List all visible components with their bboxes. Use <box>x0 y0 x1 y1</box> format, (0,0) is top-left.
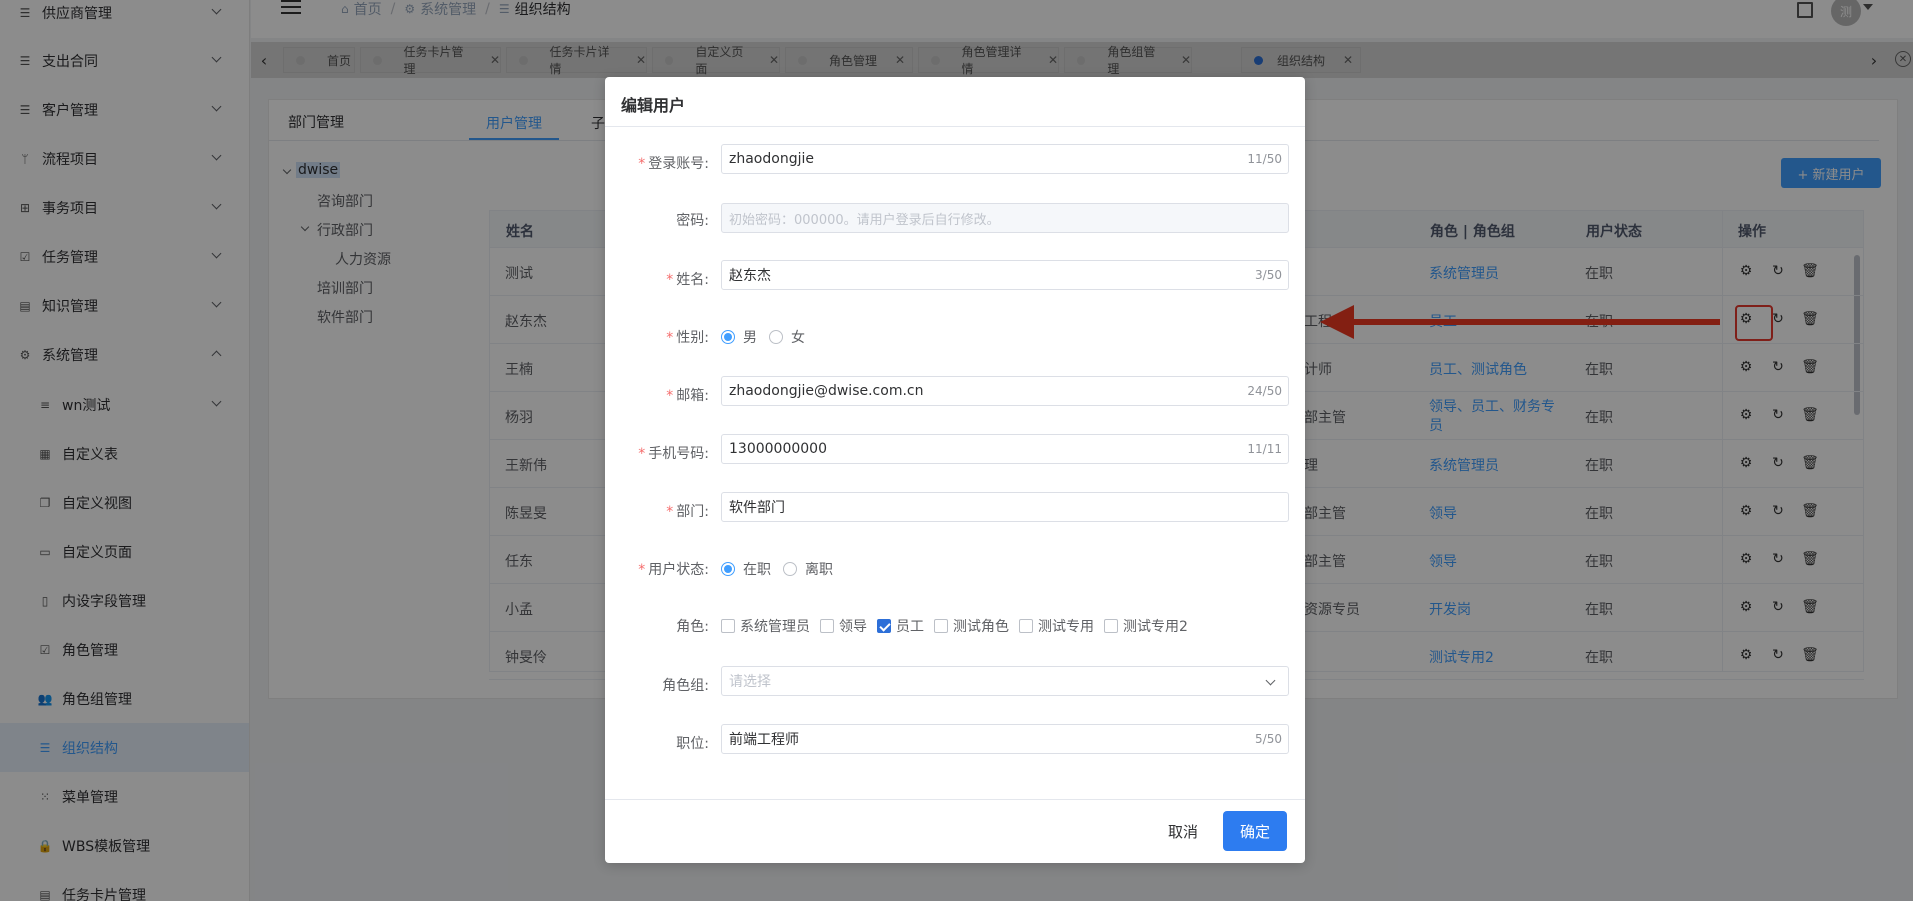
status-radio-group: 在职 离职 <box>721 559 845 579</box>
dept-label: * 部门: <box>666 504 709 520</box>
gender-label: * 性别: <box>666 330 709 346</box>
name-input[interactable]: 赵东杰 3/50 <box>721 260 1289 290</box>
status-label: * 用户状态: <box>638 562 709 578</box>
chevron-down-icon <box>1265 675 1276 686</box>
edit-user-dialog: 编辑用户 * 登录账号: zhaodongjie 11/50 密码: 初始密码：00… <box>605 77 1305 863</box>
email-label: * 邮箱: <box>666 388 709 404</box>
status-active-radio[interactable] <box>721 562 735 576</box>
gender-female-radio[interactable] <box>769 330 783 344</box>
role-checkbox[interactable] <box>721 619 735 633</box>
role-checkbox[interactable] <box>934 619 948 633</box>
status-left-radio[interactable] <box>783 562 797 576</box>
gender-male-radio[interactable] <box>721 330 735 344</box>
name-label: * 姓名: <box>666 272 709 288</box>
password-input: 初始密码：000000。请用户登录后自行修改。 <box>721 203 1289 233</box>
role-group-label: 角色组: <box>662 678 709 694</box>
email-input[interactable]: zhaodongjie@dwise.com.cn 24/50 <box>721 376 1289 406</box>
role-group-select[interactable]: 请选择 <box>721 666 1289 696</box>
confirm-button[interactable]: 确定 <box>1223 811 1287 851</box>
position-input[interactable]: 前端工程师 5/50 <box>721 724 1289 754</box>
dialog-title: 编辑用户 <box>621 96 686 115</box>
phone-input[interactable]: 13000000000 11/11 <box>721 434 1289 464</box>
login-input[interactable]: zhaodongjie 11/50 <box>721 144 1289 174</box>
cancel-button[interactable]: 取消 <box>1155 811 1211 851</box>
login-label: * 登录账号: <box>638 156 709 172</box>
password-label: 密码: <box>676 213 709 229</box>
role-checkbox[interactable] <box>820 619 834 633</box>
role-checkbox-checked[interactable] <box>877 619 891 633</box>
phone-label: * 手机号码: <box>638 446 709 462</box>
roles-label: 角色: <box>676 619 709 635</box>
position-label: 职位: <box>676 736 709 752</box>
roles-checkbox-group: 系统管理员 领导 员工 测试角色 测试专用 测试专用2 <box>721 616 1198 636</box>
gender-radio-group: 男 女 <box>721 327 817 347</box>
role-checkbox[interactable] <box>1019 619 1033 633</box>
role-checkbox[interactable] <box>1104 619 1118 633</box>
dept-input[interactable]: 软件部门 <box>721 492 1289 522</box>
